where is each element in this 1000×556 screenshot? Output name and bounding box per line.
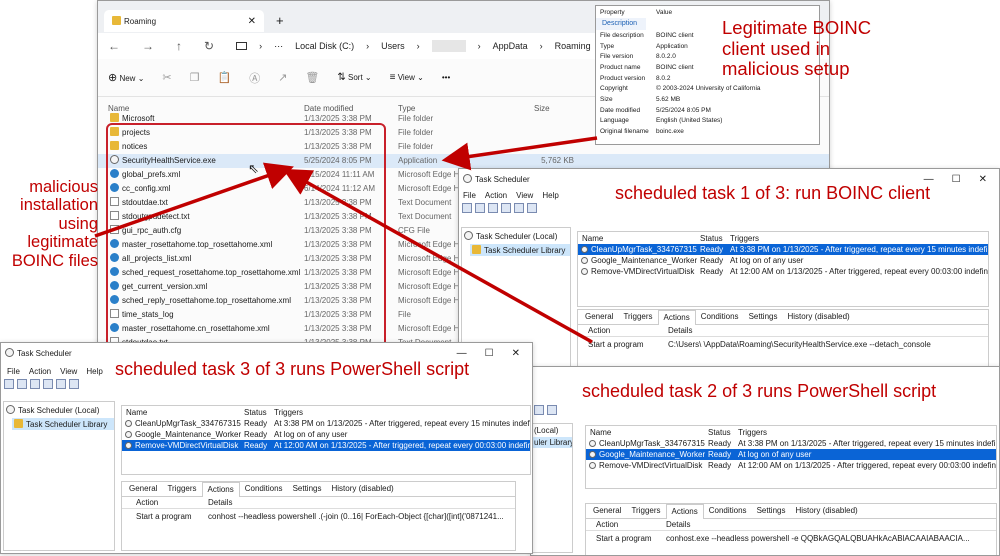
arrow-malicious (94, 162, 294, 238)
arrow-legit (441, 136, 598, 171)
annotation-arrows (94, 136, 598, 344)
arrow-task1 (282, 168, 593, 344)
